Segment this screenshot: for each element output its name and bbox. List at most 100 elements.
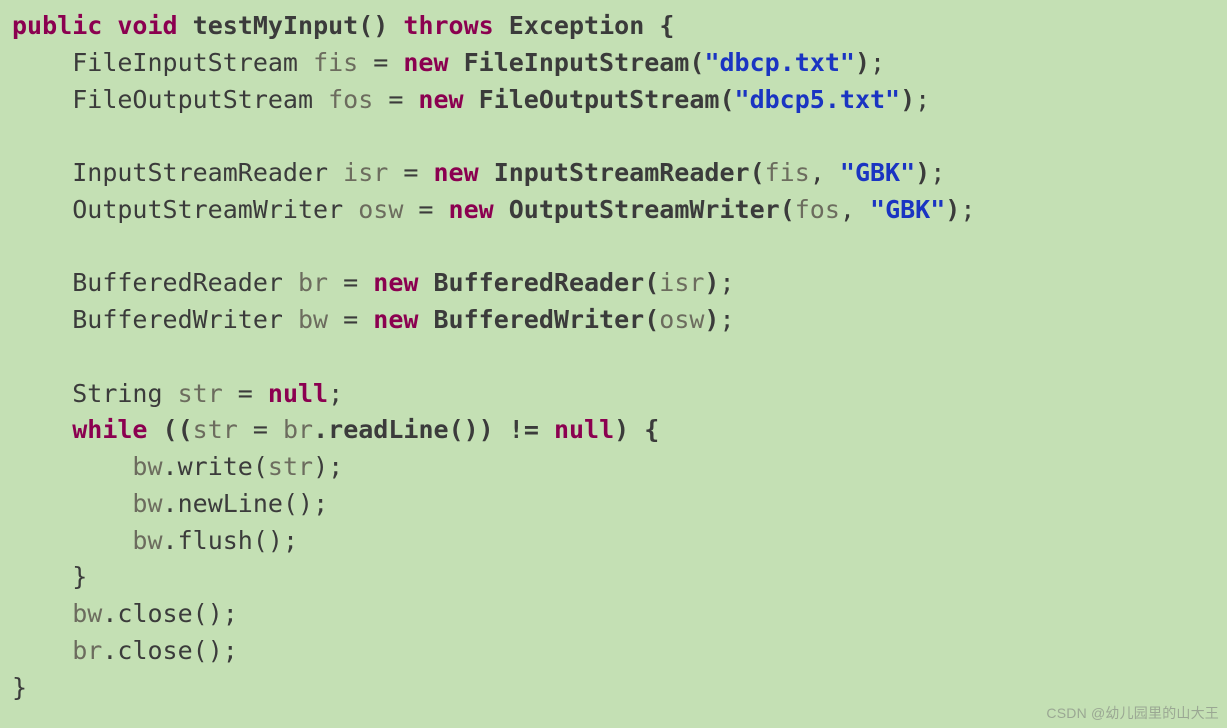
dot: .: [313, 415, 328, 444]
var-bw: bw: [72, 599, 102, 628]
semicolon: ;: [960, 195, 975, 224]
parens: (): [449, 415, 479, 444]
comma: ,: [840, 195, 870, 224]
var-str: str: [178, 379, 223, 408]
semicolon: ;: [719, 268, 734, 297]
rp: ): [704, 305, 719, 334]
ctor: FileOutputStream: [479, 85, 720, 114]
keyword-new: new: [433, 158, 478, 187]
var-fis: fis: [313, 48, 358, 77]
rp: ): [855, 48, 870, 77]
equals: =: [238, 415, 283, 444]
arg: fis: [765, 158, 810, 187]
var-osw: osw: [358, 195, 403, 224]
call: write: [178, 452, 253, 481]
lp: (: [253, 452, 268, 481]
type: FileOutputStream: [72, 85, 313, 114]
semicolon: ;: [223, 599, 238, 628]
string-literal: "dbcp5.txt": [735, 85, 901, 114]
semicolon: ;: [328, 452, 343, 481]
keyword-new: new: [449, 195, 494, 224]
call: close: [117, 636, 192, 665]
rp: ): [915, 158, 930, 187]
keyword-new: new: [418, 85, 463, 114]
type: InputStreamReader: [72, 158, 328, 187]
equals: =: [388, 158, 433, 187]
lp: (: [750, 158, 765, 187]
string-literal: "dbcp.txt": [704, 48, 855, 77]
dot: .: [163, 489, 178, 518]
call: newLine: [178, 489, 283, 518]
keyword-void: void: [117, 11, 177, 40]
var-bw: bw: [132, 526, 162, 555]
ctor: BufferedReader: [433, 268, 644, 297]
arg: str: [268, 452, 313, 481]
semicolon: ;: [223, 636, 238, 665]
var-bw: bw: [132, 489, 162, 518]
type: BufferedReader: [72, 268, 283, 297]
ctor: InputStreamReader: [494, 158, 750, 187]
brace-close: }: [12, 673, 27, 702]
arg: osw: [659, 305, 704, 334]
dot: .: [102, 636, 117, 665]
keyword-new: new: [373, 268, 418, 297]
brace-open: {: [644, 415, 659, 444]
rp: ): [614, 415, 629, 444]
keyword-while: while: [72, 415, 147, 444]
semicolon: ;: [313, 489, 328, 518]
equals: =: [373, 85, 418, 114]
lp: (: [780, 195, 795, 224]
type: OutputStreamWriter: [72, 195, 343, 224]
var-br: br: [283, 415, 313, 444]
call: readLine: [328, 415, 448, 444]
lp: (: [644, 268, 659, 297]
keyword-null: null: [554, 415, 614, 444]
parens: (): [253, 526, 283, 555]
ctor: OutputStreamWriter: [509, 195, 780, 224]
dot: .: [163, 452, 178, 481]
var-fos: fos: [328, 85, 373, 114]
equals: =: [358, 48, 403, 77]
semicolon: ;: [283, 526, 298, 555]
semicolon: ;: [719, 305, 734, 334]
rp: ): [900, 85, 915, 114]
type: BufferedWriter: [72, 305, 283, 334]
equals: =: [328, 305, 373, 334]
exception-type: Exception: [509, 11, 644, 40]
semicolon: ;: [870, 48, 885, 77]
keyword-new: new: [403, 48, 448, 77]
ctor: FileInputStream: [464, 48, 690, 77]
rp: ): [945, 195, 960, 224]
rp: ): [479, 415, 494, 444]
parens: (): [193, 599, 223, 628]
string-literal: "GBK": [840, 158, 915, 187]
method-name: testMyInput: [193, 11, 359, 40]
semicolon: ;: [328, 379, 343, 408]
watermark-text: CSDN @幼儿园里的山大王: [1046, 703, 1219, 724]
lp: (: [644, 305, 659, 334]
var-br: br: [298, 268, 328, 297]
semicolon: ;: [930, 158, 945, 187]
lp: (: [719, 85, 734, 114]
var-br: br: [72, 636, 102, 665]
var-bw: bw: [298, 305, 328, 334]
equals: =: [403, 195, 448, 224]
equals: =: [223, 379, 268, 408]
comma: ,: [810, 158, 840, 187]
rp: ): [704, 268, 719, 297]
keyword-public: public: [12, 11, 102, 40]
semicolon: ;: [915, 85, 930, 114]
cond-open: ((: [163, 415, 193, 444]
rp: ): [313, 452, 328, 481]
neq: !=: [494, 415, 554, 444]
var-bw: bw: [132, 452, 162, 481]
parens: (): [283, 489, 313, 518]
type: String: [72, 379, 162, 408]
equals: =: [328, 268, 373, 297]
call: close: [117, 599, 192, 628]
lp: (: [689, 48, 704, 77]
dot: .: [163, 526, 178, 555]
code-block: public void testMyInput() throws Excepti…: [0, 0, 1227, 706]
brace-open: {: [659, 11, 674, 40]
brace-close: }: [72, 562, 87, 591]
